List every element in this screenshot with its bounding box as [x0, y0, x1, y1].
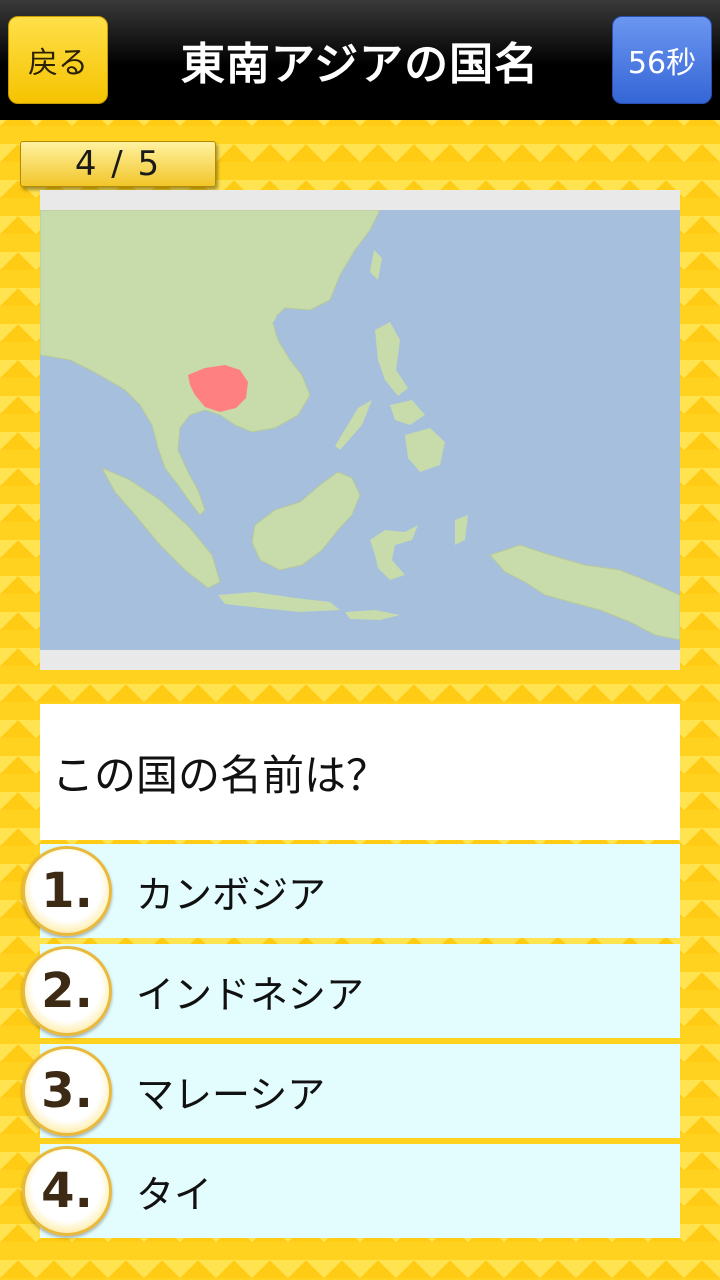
choice-label: マレーシア: [136, 1072, 326, 1117]
question-text: この国の名前は？: [52, 750, 389, 800]
southeast-asia-map: [40, 210, 680, 650]
question-progress: 4 / 5: [20, 141, 216, 187]
number-badge-2: 2.: [22, 946, 112, 1036]
choice-3[interactable]: 3. マレーシア: [22, 1044, 680, 1138]
question-box: この国の名前は？: [40, 704, 680, 840]
choice-label: カンボジア: [136, 872, 327, 917]
choice-label: タイ: [136, 1172, 213, 1217]
top-bar: 戻る 東南アジアの国名 56秒: [0, 0, 720, 120]
map-panel: [40, 190, 680, 670]
number-badge-3: 3.: [22, 1046, 112, 1136]
map-land-hainan: [248, 306, 276, 326]
number-badge-1: 1.: [22, 846, 112, 936]
number-badge-4: 4.: [22, 1146, 112, 1236]
choice-2[interactable]: 2. インドネシア: [22, 944, 680, 1038]
choice-label: インドネシア: [136, 972, 365, 1017]
timer-badge: 56秒: [612, 16, 712, 104]
page-title: 東南アジアの国名: [180, 39, 540, 90]
choice-4[interactable]: 4. タイ: [22, 1144, 680, 1238]
choice-1[interactable]: 1. カンボジア: [22, 844, 680, 938]
back-button[interactable]: 戻る: [8, 16, 108, 104]
